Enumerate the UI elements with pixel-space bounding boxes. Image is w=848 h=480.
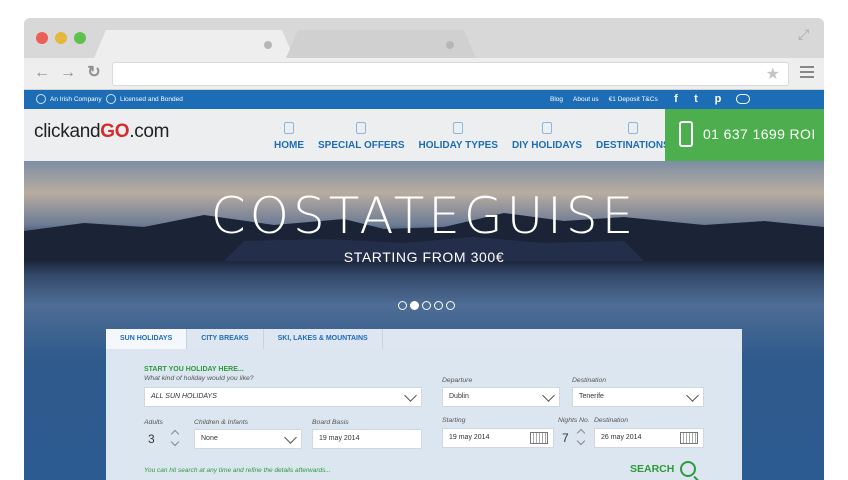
- deposit-terms-link[interactable]: €1 Deposit T&Cs: [609, 96, 658, 103]
- departure-select[interactable]: Dublin: [442, 387, 560, 407]
- browser-tab-active[interactable]: [94, 30, 294, 58]
- slide-dot-1[interactable]: [398, 301, 407, 310]
- adults-label: Adults: [144, 419, 163, 426]
- about-link[interactable]: About us: [573, 96, 599, 103]
- back-button[interactable]: ←: [32, 63, 52, 83]
- calendar-icon[interactable]: [530, 432, 548, 444]
- holiday-question: What kind of holiday would you like?: [144, 375, 254, 382]
- licensed-badge: Licensed and Bonded: [106, 94, 183, 104]
- slider-dots: [398, 301, 455, 310]
- chevron-down-icon: [284, 431, 297, 444]
- adults-value: 3: [148, 432, 155, 446]
- phone-box[interactable]: 01 637 1699 ROI: [665, 109, 824, 161]
- adults-stepper[interactable]: [170, 429, 180, 447]
- slide-dot-5[interactable]: [446, 301, 455, 310]
- address-bar[interactable]: ★: [112, 62, 789, 86]
- chevron-down-icon: [686, 389, 699, 402]
- top-links: Blog About us €1 Deposit T&Cs: [550, 96, 658, 103]
- board-basis-input[interactable]: 19 may 2014: [312, 429, 422, 449]
- browser-window: ⤢ ← → ↻ ★ An Irish Company Licensed and …: [24, 18, 824, 480]
- browser-menu-icon[interactable]: [800, 66, 814, 80]
- search-button[interactable]: SEARCH: [630, 459, 697, 479]
- ribbon-icon: [36, 94, 46, 104]
- site-logo[interactable]: clickandGO.com: [34, 121, 170, 143]
- slide-dot-2[interactable]: [410, 301, 419, 310]
- phone-icon: [679, 121, 693, 147]
- close-window-button[interactable]: [36, 32, 48, 44]
- site-header: clickandGO.com HOME SPECIAL OFFERS HOLID…: [24, 109, 824, 161]
- blog-link[interactable]: Blog: [550, 96, 563, 103]
- tab-ski-lakes[interactable]: SKI, LAKES & MOUNTAINS: [264, 329, 383, 349]
- reload-button[interactable]: ↻: [84, 63, 104, 83]
- hero-subtitle: STARTING FROM 300€: [343, 249, 505, 265]
- tab-sun-holidays[interactable]: SUN HOLIDAYS: [106, 329, 188, 349]
- nights-value: 7: [562, 431, 569, 445]
- children-select[interactable]: None: [194, 429, 302, 449]
- pinterest-icon[interactable]: p: [711, 92, 725, 106]
- tab-close-icon[interactable]: [446, 41, 454, 49]
- seal-icon: [106, 94, 116, 104]
- home-icon: [284, 122, 294, 134]
- search-tabs: SUN HOLIDAYS CITY BREAKS SKI, LAKES & MO…: [106, 329, 742, 349]
- fullscreen-icon[interactable]: ⤢: [798, 26, 814, 42]
- map-pin-icon: [627, 122, 638, 134]
- tab-close-icon[interactable]: [264, 41, 272, 49]
- hero-title: COSTATEGUISE: [210, 187, 638, 245]
- nights-stepper[interactable]: [576, 428, 586, 446]
- nav-diy-holidays[interactable]: DIY HOLIDAYS: [512, 109, 582, 161]
- nav-home[interactable]: HOME: [274, 109, 304, 161]
- bookmark-star-icon[interactable]: ★: [766, 65, 780, 85]
- destination-select[interactable]: Tenerife: [572, 387, 704, 407]
- nights-label: Nights No.: [558, 417, 590, 424]
- slide-dot-4[interactable]: [434, 301, 443, 310]
- starting-date-input[interactable]: 19 may 2014: [442, 428, 554, 448]
- children-label: Children & Infants: [194, 419, 249, 426]
- forward-button[interactable]: →: [58, 63, 78, 83]
- website: An Irish Company Licensed and Bonded Blo…: [24, 90, 824, 480]
- minimize-window-button[interactable]: [55, 32, 67, 44]
- top-strip: An Irish Company Licensed and Bonded Blo…: [24, 90, 824, 109]
- chat-icon[interactable]: [736, 94, 750, 104]
- maximize-window-button[interactable]: [74, 32, 86, 44]
- search-panel: SUN HOLIDAYS CITY BREAKS SKI, LAKES & MO…: [106, 329, 742, 480]
- card-icon: [453, 122, 464, 134]
- slide-dot-3[interactable]: [422, 301, 431, 310]
- destination-label: Destination: [572, 377, 607, 384]
- search-hint: You can hit search at any time and refin…: [144, 467, 331, 474]
- irish-company-badge: An Irish Company: [36, 94, 102, 104]
- main-nav: HOME SPECIAL OFFERS HOLIDAY TYPES DIY HO…: [274, 109, 670, 161]
- starting-label: Starting: [442, 417, 466, 424]
- pencil-icon: [541, 122, 552, 134]
- tab-city-breaks[interactable]: CITY BREAKS: [187, 329, 264, 349]
- calendar-icon[interactable]: [680, 432, 698, 444]
- phone-number: 01 637 1699 ROI: [703, 126, 816, 142]
- title-bar: ⤢: [24, 18, 824, 58]
- browser-toolbar: ← → ↻ ★: [24, 58, 824, 90]
- browser-tab-inactive[interactable]: [286, 30, 476, 58]
- twitter-icon[interactable]: t: [689, 92, 703, 106]
- chevron-down-icon: [404, 389, 417, 402]
- return-date-input[interactable]: 26 may 2014: [594, 428, 704, 448]
- chevron-down-icon: [542, 389, 555, 402]
- search-icon: [680, 461, 697, 477]
- return-destination-label: Destination: [594, 417, 629, 424]
- board-basis-label: Board Basis: [312, 419, 349, 426]
- search-heading: START YOU HOLIDAY HERE...: [144, 366, 244, 373]
- bookmark-icon: [356, 122, 367, 134]
- nav-special-offers[interactable]: SPECIAL OFFERS: [318, 109, 405, 161]
- facebook-icon[interactable]: f: [669, 92, 683, 106]
- nav-destinations[interactable]: DESTINATIONS: [596, 109, 670, 161]
- departure-label: Departure: [442, 377, 473, 384]
- nav-holiday-types[interactable]: HOLIDAY TYPES: [419, 109, 498, 161]
- holiday-type-select[interactable]: ALL SUN HOLIDAYS: [144, 387, 422, 407]
- hero-banner: COSTATEGUISE STARTING FROM 300€ SUN HOLI…: [24, 161, 824, 480]
